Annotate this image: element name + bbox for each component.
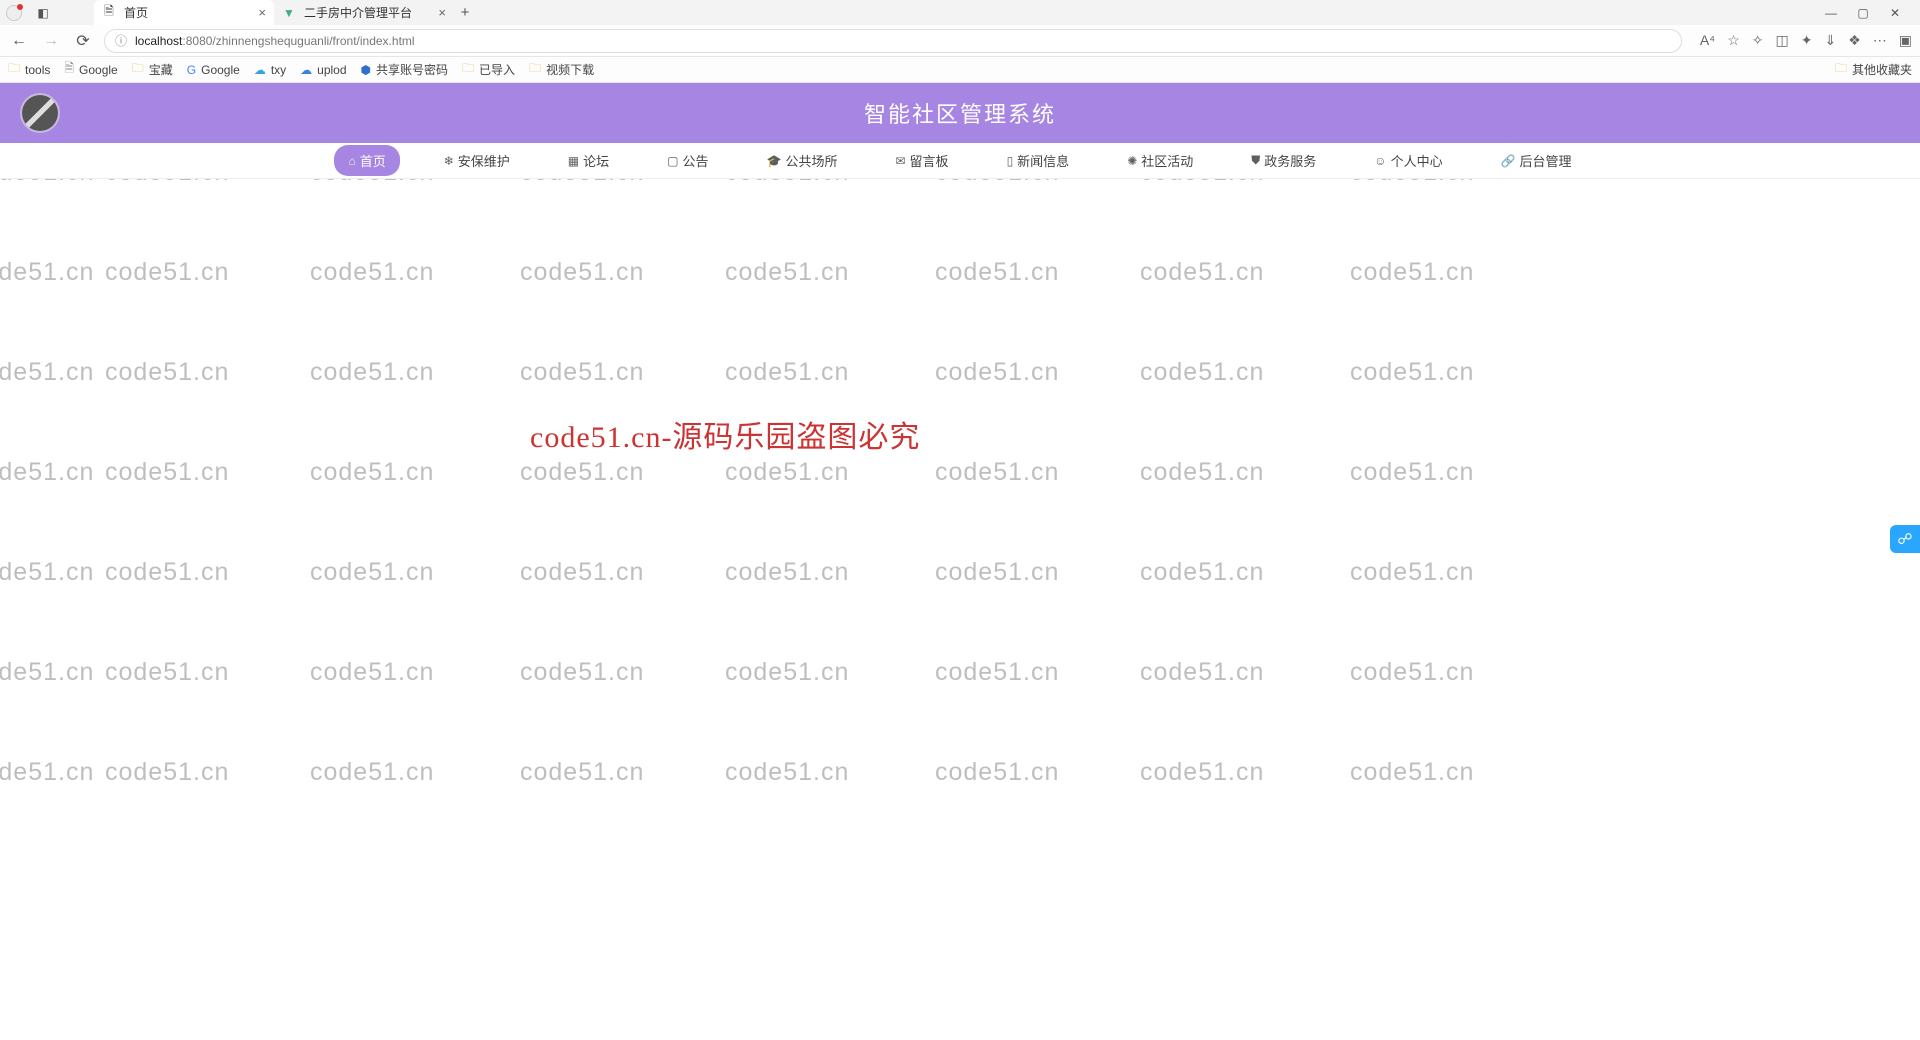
nav-news[interactable]: ▯新闻信息 (993, 145, 1084, 176)
float-side-button[interactable]: ☍ (1890, 525, 1920, 553)
url-bar[interactable]: ⓘ localhost:8080/zhinnengshequguanli/fro… (104, 29, 1682, 53)
bookmark-item[interactable]: 🗀视频下载 (529, 59, 594, 80)
nav-personal[interactable]: ☺个人中心 (1360, 145, 1456, 176)
maximize-icon[interactable]: ▢ (1850, 4, 1876, 22)
user-icon: ☺ (1374, 154, 1386, 168)
nav-activity[interactable]: ✺社区活动 (1113, 145, 1207, 176)
cloud-icon: ☁ (300, 63, 312, 77)
google-icon: G (187, 63, 196, 77)
share-icon: ☍ (1897, 530, 1912, 548)
home-icon: ⌂ (348, 154, 355, 168)
nav-public[interactable]: 🎓公共场所 (753, 145, 852, 176)
favorite-icon[interactable]: ☆ (1727, 32, 1740, 49)
bookmark-item[interactable]: ☁txy (254, 63, 286, 77)
tab-inactive[interactable]: ▼ 二手房中介管理平台 × (274, 0, 454, 25)
bookmark-item[interactable]: GGoogle (187, 63, 240, 77)
url-text: localhost:8080/zhinnengshequguanli/front… (135, 34, 415, 48)
bookmarks-bar: 🗀tools 🗎Google 🗀宝藏 GGoogle ☁txy ☁uplod ⬢… (0, 57, 1920, 83)
bookmark-item[interactable]: 🗀宝藏 (132, 59, 173, 80)
profile-icon[interactable] (6, 5, 22, 21)
browser-chrome: ◧ 🗎 首页 × ▼ 二手房中介管理平台 × + — ▢ ✕ ← → ⟳ ⓘ (0, 0, 1920, 83)
bookmark-item[interactable]: ☁uplod (300, 63, 346, 77)
page-icon: 🗎 (64, 59, 74, 80)
folder-icon: 🗀 (529, 59, 541, 80)
tab-active[interactable]: 🗎 首页 × (94, 0, 274, 25)
nav-forum[interactable]: ▦论坛 (554, 145, 623, 176)
back-button[interactable]: ← (8, 30, 30, 52)
url-bar-row: ← → ⟳ ⓘ localhost:8080/zhinnengshequguan… (0, 25, 1920, 57)
note-icon: ▢ (667, 154, 678, 168)
reload-button[interactable]: ⟳ (72, 30, 94, 52)
page-content: 智能社区管理系统 ⌂首页 ❄安保维护 ▦论坛 ▢公告 🎓公共场所 ✉留言板 ▯新… (0, 83, 1920, 939)
new-tab-button[interactable]: + (454, 4, 476, 21)
grid-icon: ▦ (568, 154, 579, 168)
hero-title: 智能社区管理系统 (864, 97, 1056, 129)
close-icon[interactable]: × (438, 5, 446, 20)
titlebar: ◧ 🗎 首页 × ▼ 二手房中介管理平台 × + — ▢ ✕ (0, 0, 1920, 25)
folder-icon: 🗀 (8, 59, 20, 80)
read-aloud-icon[interactable]: A⁴ (1700, 32, 1715, 49)
more-icon[interactable]: ⋯ (1873, 32, 1887, 49)
page-icon: 🗎 (102, 6, 116, 20)
avatar[interactable] (20, 93, 60, 133)
folder-icon: 🗀 (462, 59, 474, 80)
bookmark-item[interactable]: 🗎Google (64, 59, 117, 80)
nav-message[interactable]: ✉留言板 (881, 145, 962, 176)
shield-icon: ❄ (444, 154, 454, 168)
nav-security[interactable]: ❄安保维护 (430, 145, 524, 176)
news-icon: ▯ (1007, 154, 1014, 168)
nav-home[interactable]: ⌂首页 (334, 145, 399, 176)
link-icon: 🔗 (1501, 154, 1516, 168)
forward-button[interactable]: → (40, 30, 62, 52)
main-navbar: ⌂首页 ❄安保维护 ▦论坛 ▢公告 🎓公共场所 ✉留言板 ▯新闻信息 ✺社区活动… (0, 143, 1920, 179)
cap-icon: 🎓 (767, 154, 782, 168)
url-actions: A⁴ ☆ ✧ ◫ ✦ ⇓ ❖ ⋯ ▣ (1700, 32, 1912, 49)
nav-gov[interactable]: ⛊政务服务 (1237, 145, 1330, 176)
bookmark-item[interactable]: 🗀已导入 (462, 59, 515, 80)
info-icon[interactable]: ⓘ (115, 32, 127, 49)
minimize-icon[interactable]: — (1818, 4, 1844, 22)
tab-title: 首页 (124, 4, 250, 21)
vue-icon: ▼ (282, 6, 296, 20)
spark-icon: ✺ (1127, 154, 1137, 168)
nav-notice[interactable]: ▢公告 (653, 145, 722, 176)
extensions-icon[interactable]: ✦ (1801, 32, 1813, 49)
bookmark-item[interactable]: ⬢共享账号密码 (361, 61, 449, 78)
folder-icon: 🗀 (1835, 59, 1847, 80)
cloud-icon: ☁ (254, 63, 266, 77)
close-icon[interactable]: × (258, 5, 266, 20)
split-icon[interactable]: ◫ (1776, 32, 1789, 49)
ext2-icon[interactable]: ❖ (1848, 32, 1861, 49)
panel-icon[interactable]: ◧ (30, 4, 56, 22)
app-icon: ⬢ (361, 63, 371, 77)
collections-icon[interactable]: ✧ (1752, 32, 1764, 49)
nav-admin[interactable]: 🔗后台管理 (1487, 145, 1586, 176)
content-area (0, 179, 1920, 939)
close-icon[interactable]: ✕ (1882, 4, 1908, 22)
sidebar-icon[interactable]: ▣ (1899, 32, 1912, 49)
hero-banner: 智能社区管理系统 (0, 83, 1920, 143)
gov-icon: ⛊ (1251, 153, 1260, 168)
mail-icon: ✉ (895, 154, 905, 168)
bookmark-item[interactable]: 🗀tools (8, 59, 50, 80)
bookmark-other[interactable]: 🗀其他收藏夹 (1835, 59, 1912, 80)
download-icon[interactable]: ⇓ (1824, 32, 1836, 49)
window-controls: — ▢ ✕ (1818, 4, 1914, 22)
tabbar: 🗎 首页 × ▼ 二手房中介管理平台 × + (94, 0, 1810, 25)
tab-title: 二手房中介管理平台 (304, 4, 430, 21)
folder-icon: 🗀 (132, 59, 144, 80)
